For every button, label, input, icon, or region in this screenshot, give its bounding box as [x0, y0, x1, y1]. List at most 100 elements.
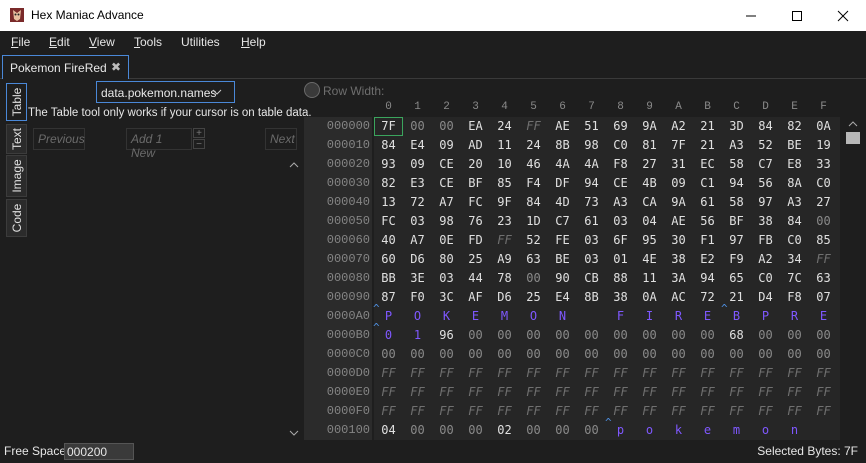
- hex-cell[interactable]: 52: [519, 231, 548, 250]
- hex-cell[interactable]: FF: [635, 364, 664, 383]
- hex-cell[interactable]: CE: [606, 174, 635, 193]
- hex-cell[interactable]: E: [809, 307, 838, 326]
- hex-cell[interactable]: 00: [780, 345, 809, 364]
- hex-cell[interactable]: 25: [461, 250, 490, 269]
- hex-cell[interactable]: BE: [780, 136, 809, 155]
- hex-cell[interactable]: 00: [809, 212, 838, 231]
- hex-cell[interactable]: 00: [403, 117, 432, 136]
- hex-cell[interactable]: 61: [577, 212, 606, 231]
- add-increment-button[interactable]: +: [193, 128, 205, 139]
- hex-cell[interactable]: 00: [664, 345, 693, 364]
- hex-cell[interactable]: F0: [403, 288, 432, 307]
- hex-cell[interactable]: 27: [635, 155, 664, 174]
- hex-cell[interactable]: 69: [606, 117, 635, 136]
- hex-cell[interactable]: FF: [548, 402, 577, 421]
- table-select-dropdown[interactable]: data.pokemon.names: [96, 81, 235, 103]
- hex-cell[interactable]: R: [780, 307, 809, 326]
- hex-cell[interactable]: [577, 307, 606, 326]
- hex-cell[interactable]: 90: [548, 269, 577, 288]
- hex-cell[interactable]: 60: [374, 250, 403, 269]
- table-tool-scrollbar[interactable]: [287, 158, 301, 441]
- hex-cell[interactable]: 68: [722, 326, 751, 345]
- hex-cell[interactable]: 3A: [664, 269, 693, 288]
- hex-cell[interactable]: AD: [461, 136, 490, 155]
- hex-cell[interactable]: 00: [577, 326, 606, 345]
- hex-cell[interactable]: 00: [519, 421, 548, 440]
- hex-cell[interactable]: 98: [432, 212, 461, 231]
- hex-cell[interactable]: 1: [403, 326, 432, 345]
- hex-cell[interactable]: 93: [374, 155, 403, 174]
- hex-cell[interactable]: FF: [722, 364, 751, 383]
- hex-cell[interactable]: 07: [809, 288, 838, 307]
- tab-text[interactable]: Text: [6, 124, 27, 154]
- hex-cell[interactable]: E: [461, 307, 490, 326]
- hex-cell[interactable]: FF: [577, 364, 606, 383]
- hex-cell[interactable]: C0: [780, 231, 809, 250]
- tab-code[interactable]: Code: [6, 199, 27, 237]
- hex-cell[interactable]: 00: [461, 345, 490, 364]
- hex-cell[interactable]: O: [403, 307, 432, 326]
- hex-cell[interactable]: 0A: [809, 117, 838, 136]
- hex-cell[interactable]: CA: [635, 193, 664, 212]
- hex-cell[interactable]: 00: [635, 345, 664, 364]
- hex-cell[interactable]: E4: [548, 288, 577, 307]
- hex-cell[interactable]: 21: [693, 136, 722, 155]
- hex-cell[interactable]: 09: [664, 174, 693, 193]
- hex-cell[interactable]: FF: [780, 402, 809, 421]
- hex-cell[interactable]: D6: [403, 250, 432, 269]
- hex-cell[interactable]: AC: [664, 288, 693, 307]
- hex-cell[interactable]: 56: [693, 212, 722, 231]
- hex-cell[interactable]: FF: [664, 402, 693, 421]
- add-decrement-button[interactable]: −: [193, 139, 205, 150]
- hex-cell[interactable]: 00: [432, 345, 461, 364]
- hex-cell[interactable]: C1: [693, 174, 722, 193]
- hex-cell[interactable]: 3E: [403, 269, 432, 288]
- hex-cell[interactable]: 7F: [374, 117, 403, 136]
- hex-cell[interactable]: 00: [519, 326, 548, 345]
- hex-cell[interactable]: FF: [519, 383, 548, 402]
- hex-cell[interactable]: 27: [809, 193, 838, 212]
- hex-cell[interactable]: FF: [461, 383, 490, 402]
- hex-cell[interactable]: F4: [519, 174, 548, 193]
- hex-cell[interactable]: FD: [461, 231, 490, 250]
- hex-cell[interactable]: 00: [606, 345, 635, 364]
- hex-cell[interactable]: 00: [432, 421, 461, 440]
- hex-cell[interactable]: FF: [577, 402, 606, 421]
- hex-cell[interactable]: BF: [722, 212, 751, 231]
- hex-cell[interactable]: F9: [722, 250, 751, 269]
- hex-cell[interactable]: 61: [693, 193, 722, 212]
- hex-cell[interactable]: A2: [751, 250, 780, 269]
- hex-cell[interactable]: D6: [490, 288, 519, 307]
- hex-cell[interactable]: M: [490, 307, 519, 326]
- hex-cell[interactable]: FF: [432, 364, 461, 383]
- row-width-radio[interactable]: [304, 82, 320, 98]
- hex-cell[interactable]: 00: [780, 326, 809, 345]
- menu-tools[interactable]: Tools: [134, 35, 162, 49]
- hex-cell[interactable]: FF: [374, 402, 403, 421]
- hex-cell[interactable]: 00: [577, 345, 606, 364]
- hex-cell[interactable]: F8: [780, 288, 809, 307]
- hex-cell[interactable]: 00: [432, 117, 461, 136]
- hex-cell[interactable]: 8B: [548, 136, 577, 155]
- hex-cell[interactable]: C0: [751, 269, 780, 288]
- hex-cell[interactable]: A7: [432, 193, 461, 212]
- hex-cell[interactable]: 98: [577, 136, 606, 155]
- hex-cell[interactable]: DF: [548, 174, 577, 193]
- document-tab[interactable]: Pokemon FireRed ✖: [2, 55, 129, 79]
- hex-cell[interactable]: FF: [519, 117, 548, 136]
- hex-cell[interactable]: 40: [374, 231, 403, 250]
- hex-cell[interactable]: 00: [548, 421, 577, 440]
- hex-cell[interactable]: 03: [577, 231, 606, 250]
- hex-cell[interactable]: 11: [635, 269, 664, 288]
- hex-cell[interactable]: 58: [722, 155, 751, 174]
- hex-cell[interactable]: FF: [693, 383, 722, 402]
- hex-cell[interactable]: 00: [751, 345, 780, 364]
- hex-cell[interactable]: 33: [809, 155, 838, 174]
- hex-cell[interactable]: FF: [635, 383, 664, 402]
- hex-cell[interactable]: FB: [751, 231, 780, 250]
- hex-cell[interactable]: FF: [780, 383, 809, 402]
- hex-cell[interactable]: 84: [751, 117, 780, 136]
- hex-cell[interactable]: 19: [809, 136, 838, 155]
- hex-cell[interactable]: FF: [374, 364, 403, 383]
- next-button[interactable]: Next: [265, 128, 297, 150]
